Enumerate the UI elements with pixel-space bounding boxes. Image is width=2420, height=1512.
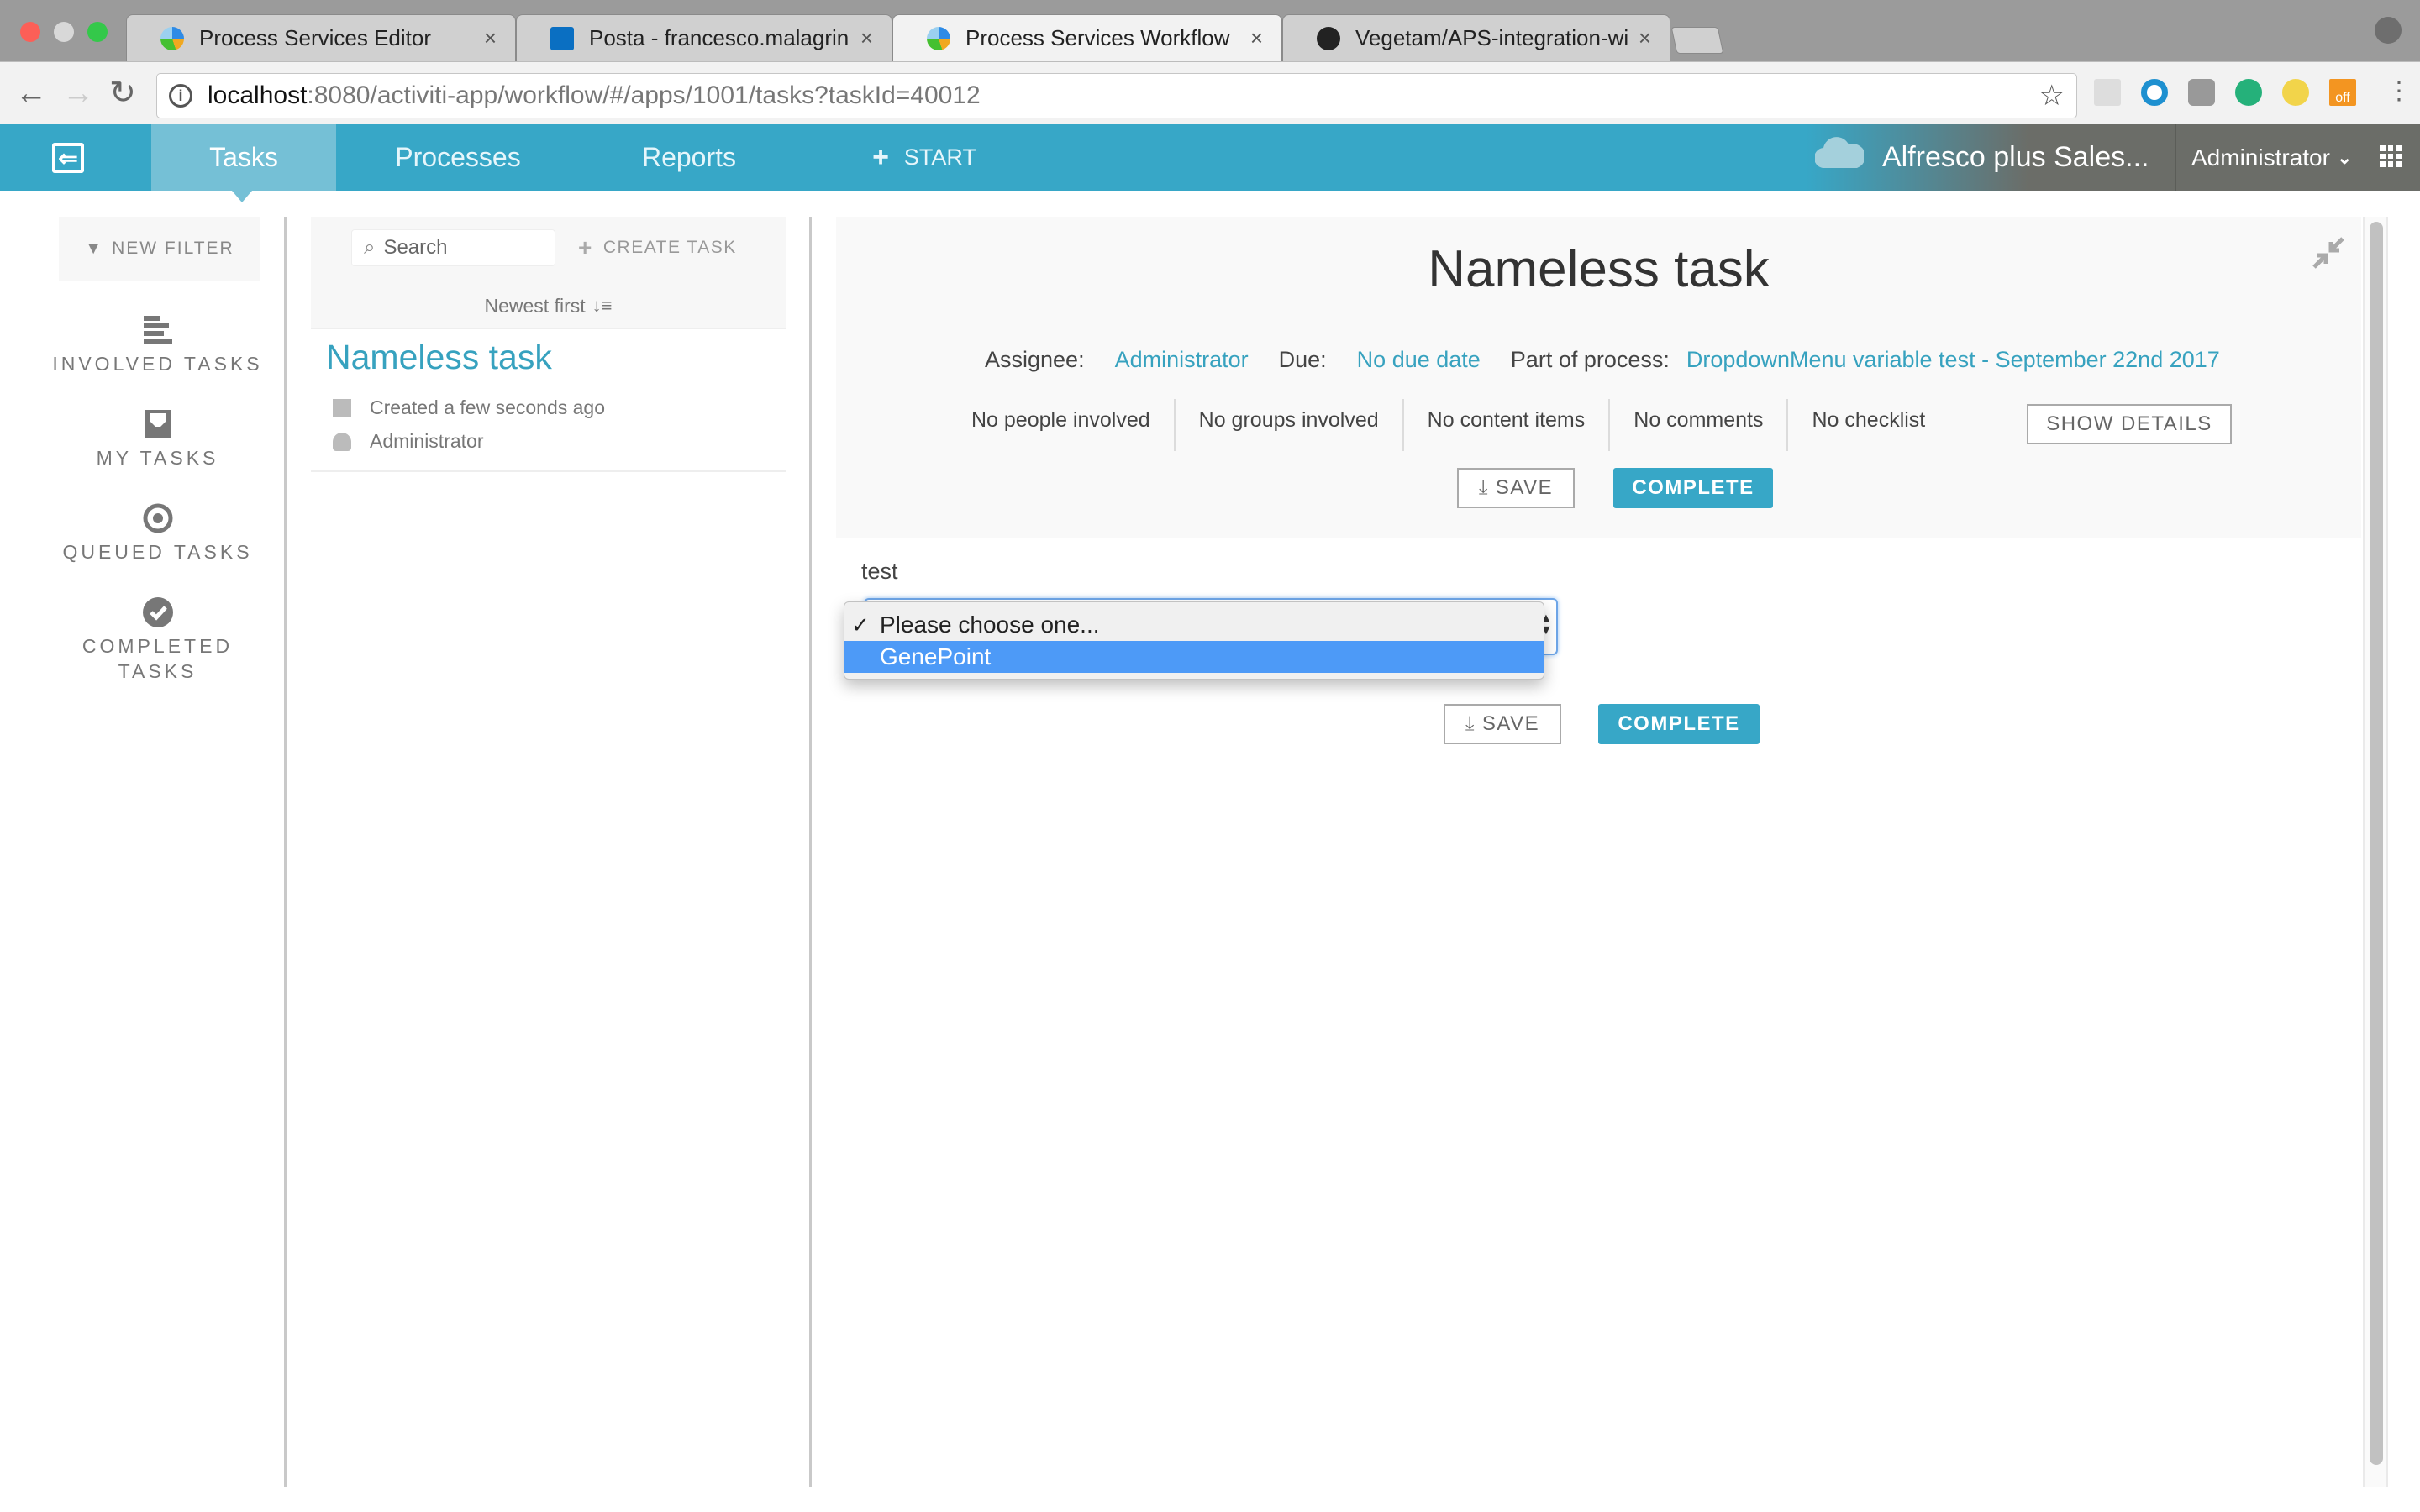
content-count[interactable]: No content items [1404,399,1611,451]
dropdown-option-highlighted[interactable]: GenePoint [844,641,1544,673]
browser-tab-active[interactable]: Process Services Workflow × [892,14,1282,61]
info-icon[interactable]: i [169,84,192,108]
url-path: :8080/activiti-app/workflow/#/apps/1001/… [307,81,981,109]
browser-menu-icon[interactable]: ⋮ [2386,79,2412,104]
check-icon: ✓ [851,612,870,638]
forward-icon[interactable]: → [62,74,94,113]
field-label-test: test [861,559,898,584]
form-complete-button[interactable]: COMPLETE [1598,704,1760,744]
target-icon [143,503,172,533]
checklist-count[interactable]: No checklist [1788,399,1949,451]
task-assignee: Administrator [370,430,484,452]
active-nav-caret [232,191,252,202]
close-tab-icon[interactable]: × [860,25,873,51]
filter-involved-tasks[interactable]: INVOLVED TASKS [34,314,281,376]
reload-icon[interactable]: ↻ [109,74,136,113]
new-tab-button[interactable] [1670,27,1724,54]
start-button[interactable]: + START [849,124,1000,191]
alfresco-icon [927,26,950,50]
download-icon: ⤓ [1465,712,1476,735]
user-icon [333,432,351,451]
task-title: Nameless task [326,338,552,376]
extension-off-icon[interactable]: off [2329,79,2356,106]
filter-queued-tasks[interactable]: QUEUED TASKS [34,502,281,564]
grammarly-icon[interactable] [2235,79,2262,106]
back-to-landing-icon[interactable]: ⇐ [52,143,84,173]
header-save-button[interactable]: ⤓ SAVE [1457,468,1575,508]
app-name: Alfresco plus Sales... [1882,141,2149,173]
outlook-icon [550,26,574,50]
browser-tab[interactable]: Vegetam/APS-integration-with × [1282,14,1670,61]
user-menu[interactable]: Administrator ⌄ [2191,124,2352,191]
close-window-button[interactable] [20,22,40,42]
extension-icon[interactable] [2188,79,2215,106]
back-icon[interactable]: ← [15,74,47,113]
browser-tab[interactable]: Posta - francesco.malagrino@a × [516,14,892,61]
address-bar[interactable]: i localhost:8080/activiti-app/workflow/#… [156,73,2077,118]
maximize-window-button[interactable] [87,22,108,42]
plus-icon: + [872,141,889,173]
task-list-item[interactable]: Nameless task Created a few seconds ago … [311,329,786,472]
show-details-button[interactable]: SHOW DETAILS [2027,404,2232,444]
bookmark-star-icon[interactable]: ☆ [2039,79,2065,113]
minimize-window-button[interactable] [54,22,74,42]
filter-my-tasks[interactable]: MY TASKS [34,408,281,470]
list-divider [809,217,812,1487]
profile-icon[interactable] [2375,17,2402,44]
form-save-button[interactable]: ⤓ SAVE [1444,704,1561,744]
comments-count[interactable]: No comments [1610,399,1789,451]
assignee-link[interactable]: Administrator [1115,347,1249,373]
url-host: localhost [208,81,308,109]
extension-icon[interactable] [2282,79,2309,106]
cloud-icon [1815,137,1864,168]
collapse-icon[interactable] [2312,237,2344,269]
header-complete-button[interactable]: COMPLETE [1613,468,1773,508]
list-icon [143,316,172,344]
task-meta-row: Assignee: Administrator Due: No due date… [985,346,2220,373]
people-count[interactable]: No people involved [948,399,1176,451]
alfresco-icon [160,26,184,50]
github-icon [1317,26,1340,50]
nav-reports[interactable]: Reports [613,124,765,191]
extension-icon[interactable] [2141,79,2168,106]
calendar-icon [333,398,351,417]
task-detail-title: Nameless task [1428,240,1770,298]
dropdown-menu[interactable]: ✓ Please choose one... GenePoint [844,601,1544,680]
browser-tab[interactable]: Process Services Editor × [126,14,516,61]
close-tab-icon[interactable]: × [1639,25,1651,51]
task-summary-counts: No people involved No groups involved No… [948,399,1949,451]
dropdown-option[interactable]: ✓ Please choose one... [844,609,1544,641]
sidebar-divider [284,217,287,1487]
inbox-icon [145,410,171,438]
browser-tab-strip: Process Services Editor × Posta - france… [0,0,2420,61]
close-tab-icon[interactable]: × [1250,25,1263,51]
check-circle-icon [142,597,173,627]
groups-count[interactable]: No groups involved [1176,399,1404,451]
download-icon: ⤓ [1478,476,1489,499]
close-tab-icon[interactable]: × [484,25,497,51]
filter-completed-tasks[interactable]: COMPLETED TASKS [34,596,281,684]
apps-grid-icon[interactable] [2380,145,2402,167]
nav-tasks[interactable]: Tasks [151,124,336,191]
due-date-link[interactable]: No due date [1357,347,1481,373]
process-link[interactable]: DropdownMenu variable test - September 2… [1686,347,2220,373]
browser-toolbar: ← → ↻ i localhost:8080/activiti-app/work… [0,61,2420,124]
extension-icon[interactable] [2094,79,2121,106]
nav-processes[interactable]: Processes [370,124,546,191]
task-created: Created a few seconds ago [370,396,606,418]
chevron-down-icon: ⌄ [2336,146,2353,168]
scrollbar-thumb[interactable] [2370,222,2383,1465]
